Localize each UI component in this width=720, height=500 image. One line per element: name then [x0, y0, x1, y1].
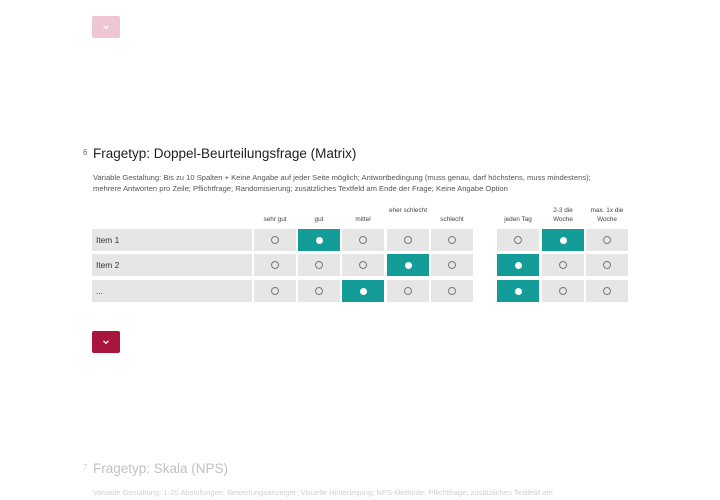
radio-empty-icon [271, 236, 279, 244]
radio-cell[interactable] [586, 280, 628, 302]
radio-cell[interactable] [497, 280, 539, 302]
radio-cell[interactable] [298, 280, 340, 302]
radio-cell[interactable] [298, 254, 340, 276]
radio-empty-icon [603, 236, 611, 244]
next-button-top[interactable] [92, 16, 120, 38]
radio-cell[interactable] [431, 254, 473, 276]
radio-cell[interactable] [254, 254, 296, 276]
radio-cell[interactable] [431, 280, 473, 302]
row-label: Item 1 [96, 235, 120, 245]
radio-empty-icon [559, 287, 567, 295]
radio-cell[interactable] [431, 229, 473, 251]
radio-cell[interactable] [387, 229, 429, 251]
radio-cell[interactable] [387, 280, 429, 302]
radio-selected-icon [404, 261, 412, 269]
radio-selected-icon [359, 287, 367, 295]
radio-cell[interactable] [342, 254, 384, 276]
radio-cell[interactable] [342, 229, 384, 251]
radio-selected-icon [315, 236, 323, 244]
question-description: Variable Gestaltung: Bis zu 10 Spalten +… [93, 173, 591, 193]
radio-empty-icon [359, 261, 367, 269]
row-label: Item 2 [96, 260, 120, 270]
radio-empty-icon [514, 236, 522, 244]
radio-empty-icon [448, 236, 456, 244]
radio-empty-icon [271, 287, 279, 295]
question-title: Fragetyp: Doppel-Beurteilungsfrage (Matr… [93, 146, 357, 161]
next-button[interactable] [92, 331, 120, 353]
radio-cell[interactable] [542, 280, 584, 302]
question-description: Variable Gestaltung: 1-20 Abstufungen; B… [93, 488, 553, 497]
radio-empty-icon [559, 261, 567, 269]
question-number: 6 [83, 148, 88, 157]
chevron-down-icon [103, 340, 109, 345]
column-header: 2-3 die Woche [553, 207, 573, 223]
column-header: sehr gut [263, 216, 287, 223]
radio-selected-icon [514, 261, 522, 269]
chevron-down-icon [103, 25, 109, 30]
radio-empty-icon [603, 261, 611, 269]
radio-cell[interactable] [542, 254, 584, 276]
radio-cell[interactable] [586, 254, 628, 276]
column-header: jeden Tag [504, 216, 532, 223]
question-title: Fragetyp: Skala (NPS) [93, 461, 229, 476]
question-number: 7 [83, 463, 88, 472]
radio-cell[interactable] [497, 254, 539, 276]
radio-selected-icon [514, 287, 522, 295]
column-header: eher schlecht [389, 207, 428, 214]
radio-cell[interactable] [298, 229, 340, 251]
radio-cell[interactable] [497, 229, 539, 251]
row-label: ... [96, 286, 103, 296]
radio-cell[interactable] [254, 229, 296, 251]
radio-cell[interactable] [254, 280, 296, 302]
table-row [92, 280, 252, 302]
radio-empty-icon [448, 261, 456, 269]
radio-cell[interactable] [387, 254, 429, 276]
column-header: mittel [355, 216, 371, 223]
radio-cell[interactable] [342, 280, 384, 302]
radio-empty-icon [315, 261, 323, 269]
radio-empty-icon [603, 287, 611, 295]
radio-empty-icon [359, 236, 367, 244]
radio-cell[interactable] [586, 229, 628, 251]
column-header: max. 1x die Woche [590, 207, 624, 223]
radio-empty-icon [404, 287, 412, 295]
column-header: gut [314, 216, 324, 223]
radio-empty-icon [448, 287, 456, 295]
column-header: schlecht [440, 216, 464, 223]
radio-empty-icon [315, 287, 323, 295]
radio-selected-icon [559, 236, 567, 244]
radio-cell[interactable] [542, 229, 584, 251]
radio-empty-icon [271, 261, 279, 269]
radio-empty-icon [404, 236, 412, 244]
